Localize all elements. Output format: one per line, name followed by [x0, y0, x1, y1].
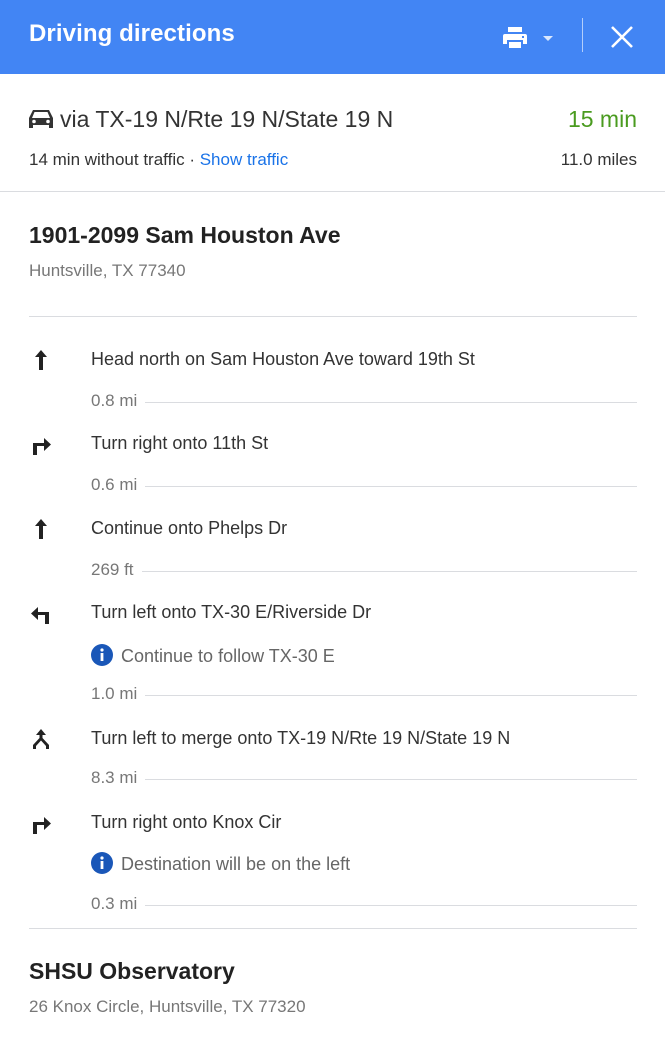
info-icon: [91, 644, 113, 666]
origin: 1901-2099 Sam Houston Ave Huntsville, TX…: [29, 222, 341, 281]
step-distance: 269 ft: [91, 560, 637, 580]
section-divider: [29, 928, 637, 929]
destination-address: 26 Knox Circle, Huntsville, TX 77320: [29, 997, 306, 1016]
car-icon: [29, 110, 53, 128]
straight-arrow-icon: [35, 519, 47, 539]
step-distance-label: 0.3 mi: [91, 894, 146, 914]
close-icon: [611, 26, 633, 48]
step-distance-label: 0.8 mi: [91, 391, 146, 411]
info-icon: [91, 852, 113, 874]
step-instruction[interactable]: Turn right onto Knox Cir: [91, 812, 281, 833]
without-traffic-label: 14 min without traffic ·: [29, 150, 200, 169]
route-distance: 11.0 miles: [560, 150, 637, 169]
route-via: via TX-19 N/Rte 19 N/State 19 N: [60, 106, 394, 132]
without-traffic-text: 14 min without traffic · Show traffic: [29, 150, 288, 170]
step-note: Continue to follow TX-30 E: [91, 644, 335, 667]
step-distance: 8.3 mi: [91, 768, 637, 788]
destination: SHSU Observatory 26 Knox Circle, Huntsvi…: [29, 958, 306, 1017]
origin-address: Huntsville, TX 77340: [29, 261, 186, 280]
distance-line: [91, 402, 637, 403]
route-summary[interactable]: via TX-19 N/Rte 19 N/State 19 N 15 min 1…: [0, 74, 665, 192]
close-button[interactable]: [607, 22, 637, 52]
print-icon: [503, 27, 553, 48]
print-button[interactable]: [503, 24, 557, 52]
step-distance-label: 0.6 mi: [91, 475, 146, 495]
merge-icon: [33, 729, 49, 749]
distance-line: [91, 905, 637, 906]
step-distance-label: 8.3 mi: [91, 768, 146, 788]
step-instruction[interactable]: Continue onto Phelps Dr: [91, 518, 287, 539]
distance-line: [91, 779, 637, 780]
straight-arrow-icon: [35, 350, 47, 370]
directions-header: Driving directions: [0, 0, 665, 74]
section-divider: [29, 316, 637, 317]
distance-line: [91, 571, 637, 572]
step-instruction[interactable]: Turn right onto 11th St: [91, 433, 268, 454]
origin-name: 1901-2099 Sam Houston Ave: [29, 222, 341, 248]
step-instruction[interactable]: Turn left to merge onto TX-19 N/Rte 19 N…: [91, 728, 510, 749]
distance-line: [91, 695, 637, 696]
turn-right-icon: [33, 438, 51, 455]
step-note-text: Destination will be on the left: [121, 854, 351, 874]
destination-name: SHSU Observatory: [29, 958, 235, 984]
step-distance: 0.3 mi: [91, 894, 637, 914]
step-distance-label: 269 ft: [91, 560, 142, 580]
step-distance-label: 1.0 mi: [91, 684, 146, 704]
route-duration: 15 min: [567, 106, 637, 132]
step-distance: 0.6 mi: [91, 475, 637, 495]
step-instruction[interactable]: Turn left onto TX-30 E/Riverside Dr: [91, 602, 371, 623]
step-instruction[interactable]: Head north on Sam Houston Ave toward 19t…: [91, 349, 475, 370]
header-title: Driving directions: [29, 20, 235, 47]
step-note: Destination will be on the left: [91, 852, 350, 875]
show-traffic-link[interactable]: Show traffic: [200, 150, 289, 169]
step-distance: 1.0 mi: [91, 684, 637, 704]
step-distance: 0.8 mi: [91, 391, 637, 411]
turn-left-icon: [31, 607, 49, 624]
step-note-text: Continue to follow TX-30 E: [121, 646, 335, 666]
header-divider: [582, 18, 583, 52]
distance-line: [91, 486, 637, 487]
turn-right-icon: [33, 817, 51, 834]
